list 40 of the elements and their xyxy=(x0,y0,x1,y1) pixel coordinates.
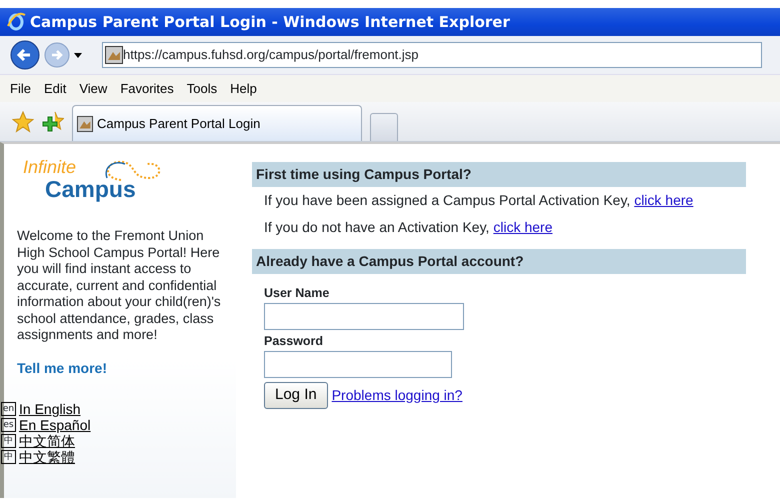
favorites-star-icon[interactable] xyxy=(12,110,34,132)
page-icon xyxy=(105,46,123,64)
click-here-link[interactable]: click here xyxy=(493,219,552,235)
language-link[interactable]: 中文繁體 xyxy=(19,449,75,465)
language-link[interactable]: 中文简体 xyxy=(19,433,75,449)
language-icon: es xyxy=(1,418,16,432)
dropdown-icon[interactable] xyxy=(74,52,82,58)
menu-item[interactable]: View xyxy=(79,78,108,98)
section-heading: Already have a Campus Portal account? xyxy=(252,249,746,274)
menu-item[interactable]: File xyxy=(10,78,31,98)
menu-item[interactable]: Favorites xyxy=(120,78,174,98)
new-tab-button[interactable] xyxy=(370,113,398,141)
help-link[interactable]: Problems logging in? xyxy=(332,384,462,406)
password-field[interactable] xyxy=(264,351,452,378)
browser-tab[interactable]: Campus Parent Portal Login xyxy=(72,105,362,141)
info-text: If you do not have an Activation Key, click here xyxy=(263,218,554,237)
page-icon xyxy=(77,116,93,132)
window-title: Campus Parent Portal Login - Windows Internet Explorer xyxy=(30,12,510,33)
language-link[interactable]: In English xyxy=(19,401,80,417)
back-button[interactable] xyxy=(10,40,40,70)
menu-item[interactable]: Tools xyxy=(186,78,218,98)
language-icon: en xyxy=(1,402,16,416)
add-favorite-icon[interactable] xyxy=(42,110,64,132)
browser-logo-icon xyxy=(6,12,26,32)
language-link[interactable]: En Español xyxy=(19,417,91,433)
logo-drawing: Infinite Campus xyxy=(23,158,163,210)
section-heading: First time using Campus Portal? xyxy=(252,162,746,187)
menu-item[interactable]: Help xyxy=(230,78,257,98)
tell-me-more-link[interactable]: Tell me more! xyxy=(17,360,107,376)
menu-item[interactable]: Edit xyxy=(44,78,66,98)
address-field[interactable]: https://campus.fuhsd.org/campus/portal/fremont.jsp xyxy=(102,42,762,68)
welcome-text: Welcome to the Fremont Union High School Campus Portal! Here you will find instant access to accurate, current and confidential information about your child(ren)'s school attendance, grades, class assignments and more! xyxy=(17,228,222,344)
field-label: Password xyxy=(264,334,324,348)
field-label: User Name xyxy=(264,286,330,300)
language-icon: 中 xyxy=(1,434,16,448)
click-here-link[interactable]: click here xyxy=(634,192,694,208)
login-button[interactable]: Log In xyxy=(264,382,328,408)
username-field[interactable] xyxy=(264,303,464,330)
info-text: If you have been assigned a Campus Portal Activation Key, click here xyxy=(263,191,694,210)
language-icon: 中 xyxy=(1,450,16,464)
